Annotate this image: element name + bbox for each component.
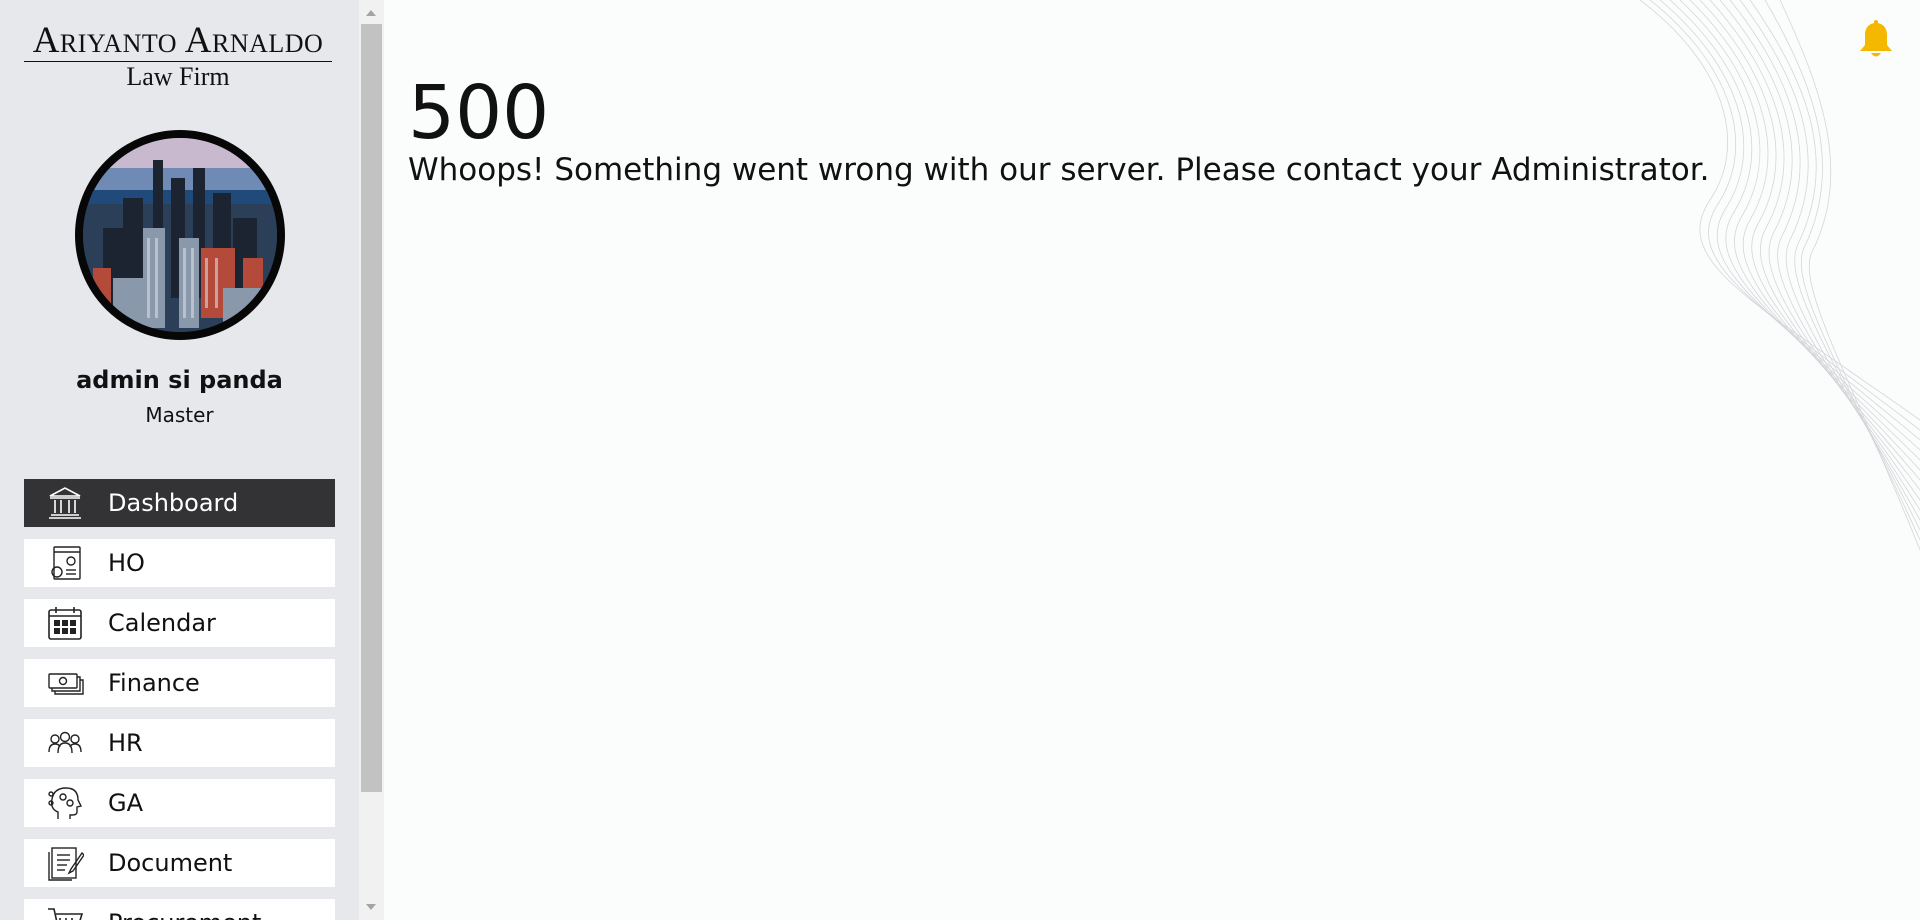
firm-logo-name: Ariyanto Arnaldo (24, 22, 332, 62)
sidebar-item-label: Calendar (108, 609, 216, 637)
decorative-waves (1639, 0, 1920, 551)
sidebar: Ariyanto Arnaldo Law Firm admin si panda… (0, 0, 359, 920)
settings-document-icon (44, 544, 86, 582)
firm-logo-subtitle: Law Firm (126, 62, 230, 91)
calendar-icon (44, 604, 86, 642)
city-skyline-photo (83, 138, 277, 332)
sidebar-nav: Dashboard HO Calendar Finance HR GA Docu… (24, 479, 335, 920)
main-content: 500 Whoops! Something went wrong with ou… (384, 0, 1920, 920)
error-message: Whoops! Something went wrong with our se… (408, 152, 1710, 188)
people-group-icon (44, 724, 86, 762)
scroll-thumb[interactable] (361, 24, 382, 792)
scroll-up-arrow-icon[interactable] (366, 10, 376, 16)
firm-logo[interactable]: Ariyanto Arnaldo Law Firm (24, 22, 332, 91)
sidebar-item-ga[interactable]: GA (24, 779, 335, 827)
sidebar-scrollbar[interactable] (359, 0, 384, 920)
sidebar-item-dashboard[interactable]: Dashboard (24, 479, 335, 527)
sidebar-item-label: Document (108, 849, 233, 877)
sidebar-item-calendar[interactable]: Calendar (24, 599, 335, 647)
sidebar-item-label: Procurement (108, 909, 261, 920)
sidebar-item-label: GA (108, 789, 144, 817)
sidebar-item-finance[interactable]: Finance (24, 659, 335, 707)
money-bills-icon (44, 664, 86, 702)
bank-building-icon (44, 484, 86, 522)
sidebar-item-label: Dashboard (108, 489, 239, 517)
cart-icon (44, 904, 86, 920)
head-gears-icon (44, 784, 86, 822)
sidebar-item-document[interactable]: Document (24, 839, 335, 887)
sidebar-item-ho[interactable]: HO (24, 539, 335, 587)
error-code: 500 (408, 70, 550, 156)
bell-icon[interactable] (1856, 20, 1896, 62)
document-edit-icon (44, 844, 86, 882)
user-name: admin si panda (76, 366, 283, 394)
sidebar-item-label: HO (108, 549, 145, 577)
sidebar-item-label: Finance (108, 669, 200, 697)
sidebar-item-hr[interactable]: HR (24, 719, 335, 767)
sidebar-item-label: HR (108, 729, 143, 757)
user-role: Master (145, 403, 214, 427)
sidebar-item-procurement[interactable]: Procurement (24, 899, 335, 920)
avatar (75, 130, 285, 340)
scroll-down-arrow-icon[interactable] (366, 904, 376, 910)
